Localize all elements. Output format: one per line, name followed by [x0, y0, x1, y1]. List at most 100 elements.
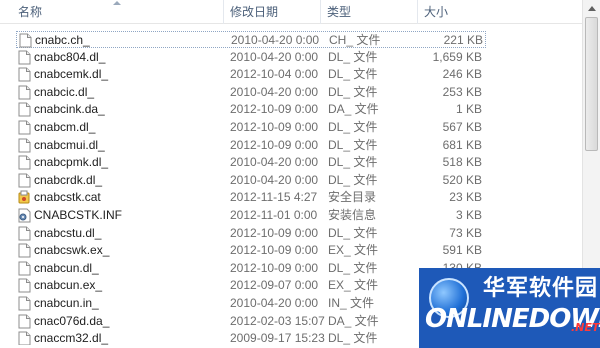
file-row[interactable]: cnaccm32.dl_ 2009-09-17 15:23 DL_ 文件	[16, 330, 486, 345]
file-size: 518 KB	[442, 155, 482, 170]
file-name: cnabcswk.ex_	[34, 243, 110, 258]
file-type: DL_ 文件	[328, 155, 378, 170]
security-catalog-icon	[18, 190, 31, 205]
column-header-type-label: 类型	[327, 5, 352, 19]
file-type: 安装信息	[328, 208, 377, 222]
file-row[interactable]: cnabcmui.dl_ 2012-10-09 0:00 DL_ 文件 681 KB	[16, 137, 486, 154]
setup-info-icon	[18, 208, 31, 223]
sort-up-icon	[113, 1, 121, 5]
file-size: 23 KB	[449, 190, 482, 205]
file-row[interactable]: cnabc804.dl_ 2010-04-20 0:00 DL_ 文件 1,659 K…	[16, 49, 486, 66]
file-row[interactable]: cnabcpmk.dl_ 2010-04-20 0:00 DL_ 文件 518 KB	[16, 154, 486, 171]
file-type: EX_ 文件	[328, 278, 379, 293]
column-header-type[interactable]: 类型	[320, 0, 416, 24]
file-name: cnabcic.dl_	[34, 84, 95, 99]
file-date: 2010-04-20 0:00	[230, 296, 319, 310]
file-type: 安全目录	[328, 190, 377, 205]
file-name: cnabcemk.dl_	[34, 67, 109, 82]
file-date: 2010-04-20 0:00	[231, 33, 320, 47]
column-header-name[interactable]: 名称	[12, 0, 222, 24]
file-icon	[18, 102, 31, 117]
file-name: cnabcrdk.dl_	[34, 172, 103, 187]
file-row[interactable]: cnabcstk.cat 2012-11-15 4:27 安全目录 23 KB	[16, 189, 486, 206]
file-row[interactable]: cnabcink.da_ 2012-10-09 0:00 DA_ 文件 1 KB	[16, 101, 486, 118]
file-icon	[18, 120, 31, 135]
file-icon	[18, 138, 31, 153]
file-date: 2012-10-09 0:00	[230, 260, 319, 275]
file-size: 253 KB	[442, 84, 482, 99]
file-date: 2012-11-01 0:00	[230, 208, 318, 222]
file-size: 73 KB	[449, 225, 482, 240]
file-row[interactable]: cnabcun.dl_2012-10-09 0:00DL_ 文件130 KB	[16, 260, 486, 277]
column-header-name-label: 名称	[18, 5, 43, 19]
file-size: 1 KB	[455, 102, 482, 117]
file-date: 2012-10-09 0:00	[230, 225, 319, 240]
file-icon	[18, 278, 31, 293]
file-type: CH_ 文件	[329, 33, 381, 47]
file-name: cnabc804.dl_	[34, 49, 106, 64]
file-name: cnabcun.dl_	[34, 260, 99, 275]
file-name: cnabcmui.dl_	[34, 137, 105, 152]
file-icon	[19, 33, 32, 48]
file-icon	[18, 331, 31, 345]
file-row[interactable]: cnabcic.dl_ 2010-04-20 0:00 DL_ 文件 253 KB	[16, 84, 486, 101]
file-row[interactable]: cnabcstu.dl_ 2012-10-09 0:00 DL_ 文件 73 KB	[16, 225, 486, 242]
file-type: EX_ 文件	[328, 243, 379, 258]
file-date: 2012-10-04 0:00	[230, 67, 319, 82]
file-type: DL_ 文件	[328, 172, 378, 187]
scrollbar-thumb[interactable]	[585, 17, 598, 151]
column-header-size[interactable]: 大小	[417, 0, 582, 24]
file-size: 520 KB	[442, 172, 482, 187]
file-row[interactable]: cnabc.ch_ 2010-04-20 0:00 CH_ 文件 221 KB	[16, 31, 486, 48]
file-type: DL_ 文件	[328, 260, 378, 275]
file-size: 567 KB	[442, 120, 482, 134]
watermark-suffix-text: .NET	[571, 321, 600, 334]
watermark-cn-text: 华军软件园	[483, 276, 599, 301]
file-name: cnabcm.dl_	[34, 120, 96, 134]
scroll-up-arrow-icon[interactable]	[583, 0, 600, 17]
file-name: cnabcink.da_	[34, 102, 105, 117]
file-row[interactable]: CNABCSTK.INF 2012-11-01 0:00 安装信息 3 KB	[16, 207, 486, 224]
file-icon	[18, 155, 31, 170]
file-icon	[18, 261, 31, 276]
file-row[interactable]: cnabcemk.dl_ 2012-10-04 0:00 DL_ 文件 246 KB	[16, 66, 486, 83]
file-name: cnabcpmk.dl_	[34, 155, 109, 170]
file-type: DA_ 文件	[328, 313, 379, 328]
file-row[interactable]: cnabcun.in_ 2010-04-20 0:00 IN_ 文件	[16, 295, 486, 312]
file-name: cnabcstu.dl_	[34, 225, 102, 240]
file-name: cnabcstk.cat	[34, 190, 101, 205]
file-row[interactable]: cnac076d.da_ 2012-02-03 15:07 DA_ 文件	[16, 313, 486, 330]
file-date: 2012-10-09 0:00	[230, 120, 319, 134]
file-size: 1,659 KB	[432, 49, 482, 64]
file-row[interactable]: cnabcrdk.dl_ 2010-04-20 0:00 DL_ 文件 520 KB	[16, 172, 486, 189]
file-date: 2012-10-09 0:00	[230, 137, 319, 152]
file-type: DL_ 文件	[328, 331, 378, 345]
column-header-size-label: 大小	[424, 5, 449, 19]
watermark-logo: 华军软件园 ONLINEDOWN .NET	[419, 268, 600, 348]
file-type: DL_ 文件	[328, 137, 378, 152]
file-type: DL_ 文件	[328, 67, 378, 82]
file-icon	[18, 67, 31, 82]
file-type: DL_ 文件	[328, 49, 378, 64]
file-date: 2012-10-09 0:00	[230, 102, 319, 117]
file-icon	[18, 50, 31, 65]
file-name: CNABCSTK.INF	[34, 208, 123, 222]
file-row[interactable]: cnabcswk.ex_ 2012-10-09 0:00 EX_ 文件 591 KB	[16, 242, 486, 259]
file-date: 2012-02-03 15:07	[230, 313, 325, 328]
file-row[interactable]: cnabcm.dl_ 2012-10-09 0:00 DL_ 文件 567 KB	[16, 119, 486, 136]
file-size: 681 KB	[442, 137, 482, 152]
file-name: cnaccm32.dl_	[34, 331, 109, 345]
file-date: 2010-04-20 0:00	[230, 172, 319, 187]
column-header-date[interactable]: 修改日期	[223, 0, 319, 24]
file-icon	[18, 314, 31, 329]
file-icon	[18, 296, 31, 311]
file-icon	[18, 85, 31, 100]
file-size: 221 KB	[443, 33, 483, 47]
file-name: cnabc.ch_	[35, 33, 90, 47]
file-row[interactable]: cnabcun.ex_ 2012-09-07 0:00 EX_ 文件	[16, 277, 486, 294]
file-size: 3 KB	[455, 208, 482, 222]
file-type: IN_ 文件	[328, 296, 375, 310]
file-date: 2010-04-20 0:00	[230, 155, 319, 170]
file-name: cnabcun.ex_	[34, 278, 103, 293]
file-type: DA_ 文件	[328, 102, 379, 117]
